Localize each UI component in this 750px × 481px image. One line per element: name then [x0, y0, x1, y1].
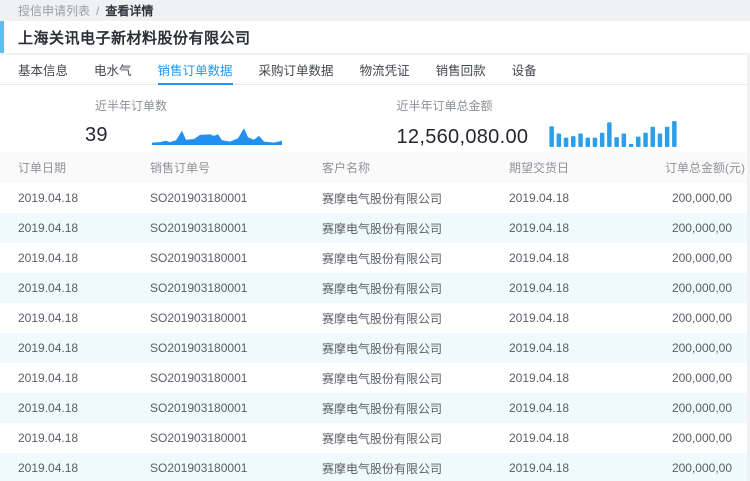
table-cell: 2019.04.18 — [0, 461, 150, 475]
table-cell: 2019.04.18 — [509, 341, 665, 355]
title-accent-bar — [0, 21, 4, 53]
table-cell: SO201903180001 — [150, 281, 322, 295]
table-cell: 200,000,00 — [665, 371, 747, 385]
orders-amount-value: 12,560,080.00 — [397, 127, 529, 147]
column-header: 订单总金额(元) — [665, 159, 747, 176]
table-row: 2019.04.18SO201903180001赛摩电气股份有限公司2019.0… — [0, 183, 747, 213]
page-title: 上海关讯电子新材料股份有限公司 — [18, 27, 251, 48]
table-cell: 200,000,00 — [665, 341, 747, 355]
table-cell: 2019.04.18 — [509, 431, 665, 445]
table-cell: 赛摩电气股份有限公司 — [322, 460, 509, 477]
table-body: 2019.04.18SO201903180001赛摩电气股份有限公司2019.0… — [0, 183, 747, 481]
table-cell: 赛摩电气股份有限公司 — [322, 220, 509, 237]
table-cell: SO201903180001 — [150, 251, 322, 265]
orders-count-stat: 近半年订单数 39 — [0, 97, 374, 152]
table-row: 2019.04.18SO201903180001赛摩电气股份有限公司2019.0… — [0, 213, 747, 243]
table-cell: SO201903180001 — [150, 371, 322, 385]
table-cell: 2019.04.18 — [509, 251, 665, 265]
detail-card: 基本信息电水气销售订单数据采购订单数据物流凭证销售回款设备 近半年订单数 39 … — [0, 55, 747, 481]
table-cell: 2019.04.18 — [0, 371, 150, 385]
table-cell: 赛摩电气股份有限公司 — [322, 310, 509, 327]
table-row: 2019.04.18SO201903180001赛摩电气股份有限公司2019.0… — [0, 423, 747, 453]
tab-sales-orders[interactable]: 销售订单数据 — [158, 55, 233, 85]
breadcrumb: 授信申请列表 / 查看详情 — [0, 0, 750, 21]
stats-section: 近半年订单数 39 近半年订单总金额 12,560,080.00 — [0, 85, 747, 152]
table-cell: SO201903180001 — [150, 461, 322, 475]
amount-bar-chart — [548, 119, 678, 147]
table-cell: 2019.04.18 — [509, 281, 665, 295]
orders-count-value: 39 — [85, 125, 108, 145]
tab-basic-info[interactable]: 基本信息 — [18, 55, 68, 85]
table-cell: 200,000,00 — [665, 401, 747, 415]
table-cell: SO201903180001 — [150, 191, 322, 205]
orders-count-label: 近半年订单数 — [85, 97, 374, 114]
table-cell: 200,000,00 — [665, 461, 747, 475]
tab-utilities[interactable]: 电水气 — [94, 55, 132, 85]
table-row: 2019.04.18SO201903180001赛摩电气股份有限公司2019.0… — [0, 303, 747, 333]
table-cell: 200,000,00 — [665, 221, 747, 235]
orders-trend-area-chart — [152, 119, 282, 145]
column-header: 销售订单号 — [150, 159, 322, 176]
column-header: 客户名称 — [322, 159, 509, 176]
table-cell: 赛摩电气股份有限公司 — [322, 250, 509, 267]
table-cell: 2019.04.18 — [509, 401, 665, 415]
tab-purchase-orders[interactable]: 采购订单数据 — [259, 55, 334, 85]
table-row: 2019.04.18SO201903180001赛摩电气股份有限公司2019.0… — [0, 243, 747, 273]
column-header: 期望交货日 — [509, 159, 665, 176]
orders-amount-label: 近半年订单总金额 — [397, 97, 748, 114]
table-cell: SO201903180001 — [150, 431, 322, 445]
table-cell: SO201903180001 — [150, 341, 322, 355]
orders-table: 订单日期销售订单号客户名称期望交货日订单总金额(元) 2019.04.18SO2… — [0, 152, 747, 481]
table-cell: 赛摩电气股份有限公司 — [322, 370, 509, 387]
table-cell: 2019.04.18 — [509, 461, 665, 475]
table-cell: 2019.04.18 — [0, 191, 150, 205]
breadcrumb-parent-link[interactable]: 授信申请列表 — [18, 2, 90, 19]
table-row: 2019.04.18SO201903180001赛摩电气股份有限公司2019.0… — [0, 333, 747, 363]
tab-sales-collections[interactable]: 销售回款 — [436, 55, 486, 85]
table-header-row: 订单日期销售订单号客户名称期望交货日订单总金额(元) — [0, 152, 747, 183]
breadcrumb-current: 查看详情 — [105, 2, 153, 19]
table-cell: 2019.04.18 — [509, 311, 665, 325]
table-cell: 2019.04.18 — [0, 311, 150, 325]
table-cell: 200,000,00 — [665, 191, 747, 205]
table-cell: SO201903180001 — [150, 401, 322, 415]
tab-equipment[interactable]: 设备 — [512, 55, 537, 85]
table-cell: 200,000,00 — [665, 311, 747, 325]
breadcrumb-separator: / — [96, 4, 99, 18]
table-row: 2019.04.18SO201903180001赛摩电气股份有限公司2019.0… — [0, 273, 747, 303]
table-cell: 200,000,00 — [665, 251, 747, 265]
table-cell: 2019.04.18 — [0, 251, 150, 265]
tab-logistics-vouchers[interactable]: 物流凭证 — [360, 55, 410, 85]
table-cell: 赛摩电气股份有限公司 — [322, 190, 509, 207]
table-cell: 2019.04.18 — [0, 341, 150, 355]
table-cell: SO201903180001 — [150, 311, 322, 325]
orders-amount-stat: 近半年订单总金额 12,560,080.00 — [374, 97, 748, 152]
table-cell: 200,000,00 — [665, 281, 747, 295]
column-header: 订单日期 — [0, 159, 150, 176]
table-row: 2019.04.18SO201903180001赛摩电气股份有限公司2019.0… — [0, 363, 747, 393]
table-cell: SO201903180001 — [150, 221, 322, 235]
table-cell: 2019.04.18 — [509, 191, 665, 205]
table-row: 2019.04.18SO201903180001赛摩电气股份有限公司2019.0… — [0, 393, 747, 423]
table-cell: 赛摩电气股份有限公司 — [322, 340, 509, 357]
table-cell: 赛摩电气股份有限公司 — [322, 430, 509, 447]
tab-bar: 基本信息电水气销售订单数据采购订单数据物流凭证销售回款设备 — [0, 55, 747, 85]
table-cell: 2019.04.18 — [0, 401, 150, 415]
table-cell: 赛摩电气股份有限公司 — [322, 400, 509, 417]
table-cell: 赛摩电气股份有限公司 — [322, 280, 509, 297]
table-cell: 2019.04.18 — [509, 371, 665, 385]
table-cell: 2019.04.18 — [0, 221, 150, 235]
table-row: 2019.04.18SO201903180001赛摩电气股份有限公司2019.0… — [0, 453, 747, 481]
table-cell: 2019.04.18 — [0, 281, 150, 295]
title-bar: 上海关讯电子新材料股份有限公司 — [0, 21, 750, 53]
table-cell: 2019.04.18 — [0, 431, 150, 445]
table-cell: 200,000,00 — [665, 431, 747, 445]
table-cell: 2019.04.18 — [509, 221, 665, 235]
